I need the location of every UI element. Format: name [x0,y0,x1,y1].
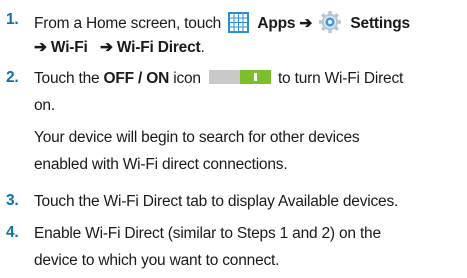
step-number: 3. [6,192,19,209]
step-1-line-1: From a Home screen, touch Apps ➔ Setting… [34,11,410,34]
toggle-knob [239,70,271,84]
arrow-icon: ➔ [34,39,47,56]
step-text: Touch the Wi-Fi Direct tab to display Av… [34,193,399,210]
arrow-icon: ➔ [99,39,113,56]
step-2-note-line-2: enabled with Wi-Fi direct connections. [34,155,288,175]
step-text: Touch the [34,70,100,87]
apps-label: Apps [257,15,296,32]
step-2-note-line-1: Your device will begin to search for oth… [34,128,360,148]
wifi-label: Wi-Fi [50,39,88,56]
step-text: device to which you want to connect. [34,252,280,269]
wifi-direct-label: Wi-Fi Direct [116,39,201,56]
step-text: Enable Wi-Fi Direct (similar to Steps 1 … [34,225,381,242]
arrow-icon: ➔ [299,15,313,32]
step-text: to turn Wi-Fi Direct [277,70,404,87]
step-3-line-1: Touch the Wi-Fi Direct tab to display Av… [34,192,398,212]
step-2-line-2: on. [34,96,55,116]
step-number: 2. [6,69,19,86]
toggle-on-mark [253,73,257,81]
step-1-line-2: ➔ Wi-Fi ➔ Wi-Fi Direct. [34,38,205,58]
period: . [200,39,205,56]
step-number: 1. [6,11,19,28]
step-2-line-1: Touch the OFF / ON icon to turn Wi-Fi Di… [34,69,403,89]
settings-label: Settings [350,15,410,32]
step-4-line-2: device to which you want to connect. [34,251,279,271]
apps-grid-icon [228,12,250,33]
step-4-line-1: Enable Wi-Fi Direct (similar to Steps 1 … [34,224,381,244]
note-text: Your device will begin to search for oth… [34,129,360,146]
toggle-label: OFF / ON [103,70,170,87]
note-text: enabled with Wi-Fi direct connections. [34,156,288,173]
on-off-toggle-icon [208,70,271,84]
step-text: icon [173,70,201,87]
settings-gear-icon [319,11,342,33]
step-text: From a Home screen, touch [34,15,222,32]
step-text: on. [34,97,55,114]
step-number: 4. [6,224,19,241]
